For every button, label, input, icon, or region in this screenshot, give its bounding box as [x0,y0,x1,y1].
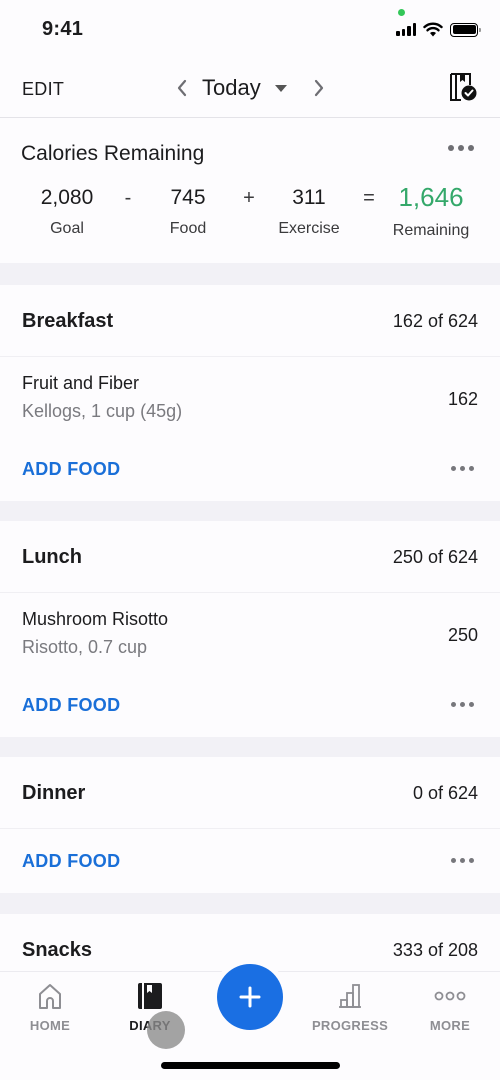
meal-header[interactable]: Lunch 250 of 624 [0,521,500,593]
calories-remaining-title: Calories Remaining [21,142,205,165]
meal-more-options-icon[interactable] [451,858,474,863]
privacy-indicator-dot [398,9,405,16]
tab-label: MORE [429,1018,471,1033]
touch-indicator [147,1011,185,1049]
food-value: 745 [170,186,206,209]
meal-calorie-total: 162 of 624 [392,311,478,331]
goal-column: 2,080 Goal [41,184,94,238]
calories-more-options-icon[interactable] [448,145,474,151]
food-name: Mushroom Risotto [22,609,169,629]
complete-diary-icon[interactable] [448,72,478,102]
plus-icon [239,986,261,1008]
tab-label: PROGRESS [311,1018,389,1033]
add-food-button[interactable]: ADD FOOD [22,695,120,716]
meal-footer: ADD FOOD [0,829,500,893]
calories-equation: 2,080 Goal - 745 Food + 311 Exercise = 1… [0,184,500,244]
exercise-label: Exercise [278,220,340,237]
remaining-column: 1,646 Remaining [393,184,469,240]
food-entry[interactable]: Fruit and Fiber Kellogs, 1 cup (45g) 162 [0,357,500,437]
chevron-right-icon [314,79,323,97]
home-icon [39,984,61,1009]
tab-progress[interactable]: PROGRESS [300,980,400,1033]
battery-icon [450,22,481,37]
exercise-value: 311 [292,186,326,209]
previous-day-button[interactable] [170,76,194,100]
meal-name: Breakfast [22,310,114,332]
food-calories: 250 [447,625,478,645]
meal-name: Lunch [22,546,82,568]
goal-value: 2,080 [40,186,94,209]
minus-operator: - [124,187,132,209]
status-time: 9:41 [42,18,84,40]
meal-footer: ADD FOOD [0,673,500,737]
meal-header[interactable]: Dinner 0 of 624 [0,757,500,829]
add-food-button[interactable]: ADD FOOD [22,459,120,480]
food-description: Kellogs, 1 cup (45g) [22,401,183,421]
add-food-button[interactable]: ADD FOOD [22,851,120,872]
progress-chart-icon [339,984,361,1008]
meal-calorie-total: 333 of 208 [392,940,478,960]
tab-more[interactable]: MORE [400,980,500,1033]
next-day-button[interactable] [307,76,331,100]
goal-label: Goal [50,220,84,237]
tab-home[interactable]: HOME [0,980,100,1033]
status-icons [396,22,481,37]
caret-down-icon[interactable] [274,84,287,92]
meal-section-dinner: Dinner 0 of 624 ADD FOOD [0,757,500,893]
nav-bar: EDIT Today [0,58,500,118]
food-column: 745 Food [170,184,206,238]
edit-button[interactable]: EDIT [22,79,64,100]
calories-remaining-card[interactable]: Calories Remaining 2,080 Goal - 745 Food… [0,118,500,263]
food-entry[interactable]: Mushroom Risotto Risotto, 0.7 cup 250 [0,593,500,673]
meal-section-lunch: Lunch 250 of 624 Mushroom Risotto Risott… [0,521,500,737]
meal-name: Snacks [22,939,93,961]
meal-footer: ADD FOOD [0,437,500,501]
remaining-label: Remaining [392,222,470,239]
diary-screen: 9:41 EDIT Today Calories Remaining 2,080… [0,0,500,1080]
quick-add-container [212,959,288,1035]
chevron-left-icon [177,79,187,97]
status-bar: 9:41 [0,0,500,58]
meal-name: Dinner [22,782,86,804]
food-label: Food [169,220,207,237]
food-description: Risotto, 0.7 cup [22,637,148,657]
quick-add-button[interactable] [217,964,283,1030]
wifi-icon [423,22,443,37]
date-navigator: Today [170,72,331,104]
remaining-value: 1,646 [398,182,464,212]
plus-operator: + [243,187,255,209]
food-calories: 162 [447,389,478,409]
meal-header[interactable]: Breakfast 162 of 624 [0,285,500,357]
meal-section-breakfast: Breakfast 162 of 624 Fruit and Fiber Kel… [0,285,500,501]
date-selector[interactable]: Today [202,75,261,101]
food-name: Fruit and Fiber [22,373,140,393]
meal-more-options-icon[interactable] [451,466,474,471]
tab-label: HOME [29,1018,71,1033]
equals-operator: = [363,187,375,209]
exercise-column: 311 Exercise [278,184,339,238]
home-indicator[interactable] [161,1062,340,1069]
diary-icon [138,983,162,1009]
meal-calorie-total: 0 of 624 [412,783,478,803]
signal-icon [396,23,416,36]
meal-calorie-total: 250 of 624 [392,547,478,567]
meal-more-options-icon[interactable] [451,702,474,707]
more-icon [434,991,466,1001]
